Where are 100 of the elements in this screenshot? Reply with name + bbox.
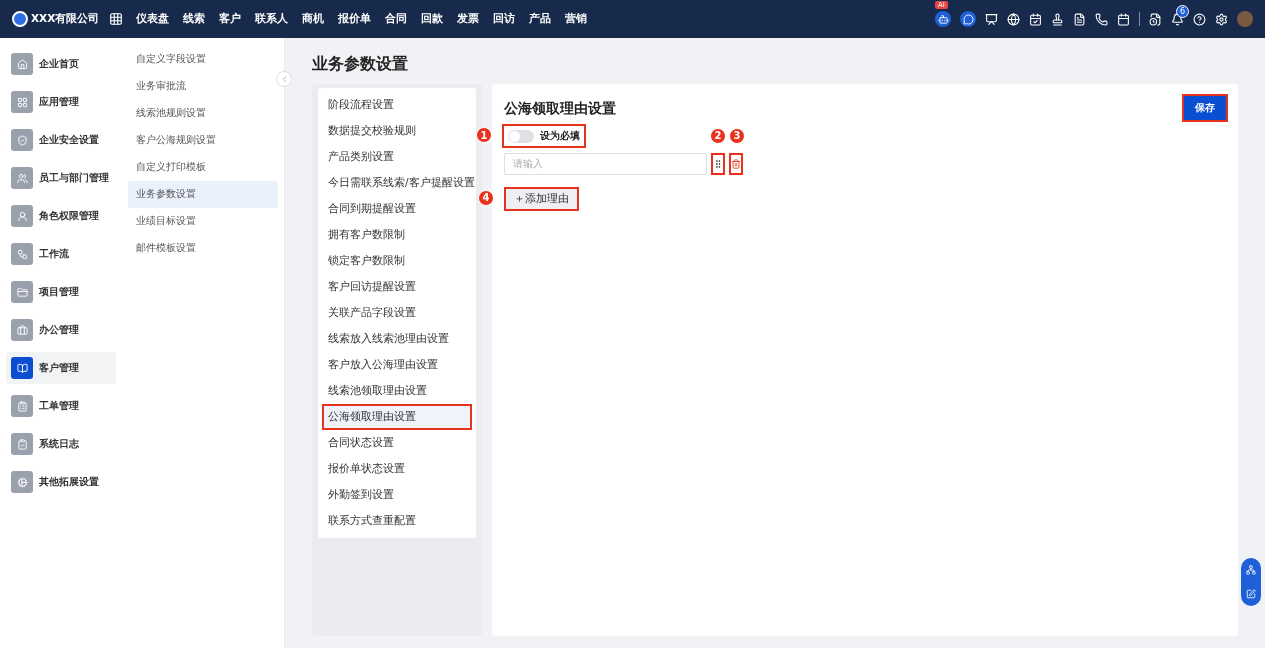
settings-menu-item[interactable]: 阶段流程设置 — [322, 92, 472, 118]
sidebar-label: 企业首页 — [39, 57, 79, 71]
chat-icon[interactable] — [960, 11, 976, 27]
nav-link[interactable]: 回访 — [486, 12, 523, 26]
sidebar-item[interactable]: 企业首页 — [6, 48, 116, 80]
phone-icon[interactable] — [1095, 12, 1108, 26]
sidebar-label: 客户管理 — [39, 361, 79, 375]
company-name: XXX有限公司 — [31, 12, 100, 26]
card-title: 公海领取理由设置 — [504, 100, 616, 118]
apps-icon[interactable] — [109, 12, 124, 26]
sidebar-item[interactable]: 系统日志 — [6, 428, 116, 460]
sidebar-label: 应用管理 — [39, 95, 79, 109]
delete-button[interactable] — [729, 152, 743, 175]
sidebar-label: 工作流 — [39, 247, 69, 261]
person-icon — [11, 205, 33, 227]
annotation-marker: 4 — [478, 189, 494, 206]
people-icon — [11, 167, 33, 189]
annotation-marker: 1 — [476, 127, 492, 143]
network-icon[interactable] — [1246, 565, 1256, 575]
required-toggle[interactable] — [508, 129, 534, 143]
submenu-item[interactable]: 客户公海规则设置 — [128, 127, 278, 154]
settings-menu-item[interactable]: 报价单状态设置 — [322, 456, 472, 482]
nav-link[interactable]: 商机 — [295, 12, 332, 26]
nav-link[interactable]: 客户 — [212, 12, 249, 26]
settings-menu-item[interactable]: 公海领取理由设置 — [322, 404, 472, 430]
sidebar-item[interactable]: 项目管理 — [6, 276, 116, 308]
save-button[interactable]: 保存 — [1184, 96, 1226, 120]
trash-icon — [731, 158, 741, 169]
nav-link[interactable]: 仪表盘 — [129, 12, 177, 26]
nav-link[interactable]: 合同 — [378, 12, 415, 26]
sidebar-label: 系统日志 — [39, 437, 79, 451]
settings-menu-item[interactable]: 锁定客户数限制 — [322, 248, 472, 274]
document-icon[interactable] — [1073, 12, 1086, 26]
nav-link[interactable]: 联系人 — [248, 12, 296, 26]
sidebar-item[interactable]: 角色权限管理 — [6, 200, 116, 232]
nav-link[interactable]: 报价单 — [331, 12, 379, 26]
calendar-check-icon[interactable] — [1029, 12, 1042, 26]
settings-menu-item[interactable]: 外勤签到设置 — [322, 482, 472, 508]
calendar-icon[interactable] — [1117, 12, 1130, 26]
sidebar-label: 角色权限管理 — [39, 209, 99, 223]
settings-icon[interactable] — [1215, 12, 1228, 26]
settings-menu-item[interactable]: 产品类别设置 — [322, 144, 472, 170]
nav-link[interactable]: 营销 — [558, 12, 595, 26]
annotation-marker: 2 — [710, 127, 726, 144]
submenu-item[interactable]: 业绩目标设置 — [128, 208, 278, 235]
settings-menu-item[interactable]: 联系方式查重配置 — [322, 508, 472, 534]
settings-menu-item[interactable]: 合同状态设置 — [322, 430, 472, 456]
annotation-marker: 3 — [729, 127, 745, 144]
settings-menu-item[interactable]: 合同到期提醒设置 — [322, 196, 472, 222]
nav-link[interactable]: 发票 — [450, 12, 487, 26]
workflow-icon — [11, 243, 33, 265]
sidebar-item[interactable]: 工单管理 — [6, 390, 116, 422]
sidebar-item[interactable]: 客户管理 — [6, 352, 116, 384]
nav-link[interactable]: 产品 — [522, 12, 559, 26]
sidebar-item[interactable]: 工作流 — [6, 238, 116, 270]
file-clock-icon[interactable] — [1149, 12, 1162, 26]
submenu-item[interactable]: 自定义字段设置 — [128, 46, 278, 73]
edit-icon[interactable] — [1246, 589, 1256, 599]
submenu-item[interactable]: 线索池规则设置 — [128, 100, 278, 127]
submenu-item[interactable]: 自定义打印模板 — [128, 154, 278, 181]
clipboard-check-icon — [11, 433, 33, 455]
drag-handle[interactable] — [711, 152, 725, 175]
presentation-icon[interactable] — [985, 12, 998, 26]
settings-menu-item[interactable]: 线索放入线索池理由设置 — [322, 326, 472, 352]
help-icon[interactable] — [1193, 12, 1206, 26]
gear-icon — [11, 471, 33, 493]
toggle-label: 设为必填 — [540, 129, 580, 143]
settings-menu-item[interactable]: 关联产品字段设置 — [322, 300, 472, 326]
sidebar-item[interactable]: 应用管理 — [6, 86, 116, 118]
briefcase-icon — [11, 319, 33, 341]
settings-menu-item[interactable]: 客户回访提醒设置 — [322, 274, 472, 300]
logo-icon — [12, 11, 28, 27]
submenu-item[interactable]: 业务审批流 — [128, 73, 278, 100]
nav-link[interactable]: 回款 — [414, 12, 451, 26]
reason-input[interactable]: 请输入 — [504, 152, 707, 175]
sidebar-item[interactable]: 企业安全设置 — [6, 124, 116, 156]
clipboard-icon — [11, 395, 33, 417]
settings-menu-item[interactable]: 拥有客户数限制 — [322, 222, 472, 248]
notification-count: 6 — [1176, 4, 1189, 18]
sidebar-label: 办公管理 — [39, 323, 79, 337]
grip-icon — [713, 158, 723, 169]
settings-menu-item[interactable]: 客户放入公海理由设置 — [322, 352, 472, 378]
sidebar-item[interactable]: 办公管理 — [6, 314, 116, 346]
robot-icon[interactable] — [935, 11, 951, 27]
sidebar-label: 企业安全设置 — [39, 133, 99, 147]
globe-icon[interactable] — [1007, 12, 1020, 26]
notification-icon[interactable] — [1171, 12, 1184, 26]
sidebar-label: 工单管理 — [39, 399, 79, 413]
page-title: 业务参数设置 — [312, 54, 409, 75]
folder-icon — [11, 281, 33, 303]
submenu-item[interactable]: 业务参数设置 — [128, 181, 278, 208]
sidebar-item[interactable]: 其他拓展设置 — [6, 466, 116, 498]
settings-menu-item[interactable]: 线索池领取理由设置 — [322, 378, 472, 404]
nav-link[interactable]: 线索 — [176, 12, 213, 26]
submenu-item[interactable]: 邮件模板设置 — [128, 235, 278, 262]
settings-menu-item[interactable]: 数据提交校验规则 — [322, 118, 472, 144]
sidebar-item[interactable]: 员工与部门管理 — [6, 162, 116, 194]
add-reason-button[interactable]: ＋添加理由 — [504, 186, 579, 211]
sidebar-label: 项目管理 — [39, 285, 79, 299]
stamp-icon[interactable] — [1051, 12, 1064, 26]
